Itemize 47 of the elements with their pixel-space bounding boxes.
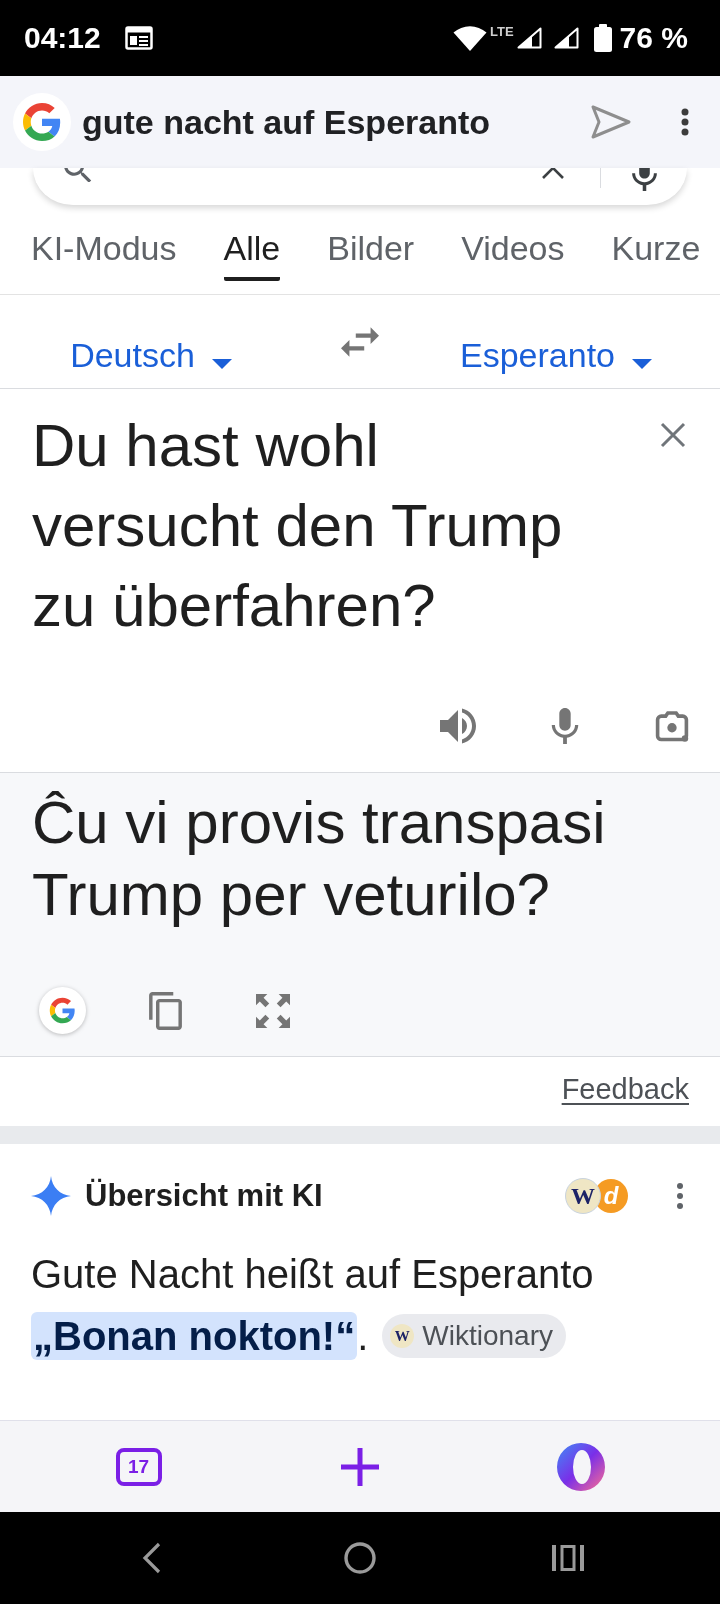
caret-icon [632, 359, 652, 369]
tab[interactable]: Bilder [327, 228, 415, 281]
more-icon[interactable] [681, 108, 689, 136]
search-icon[interactable] [64, 168, 92, 182]
ring-logo-icon[interactable] [556, 1442, 605, 1491]
source-logo: W [390, 1324, 415, 1349]
tab[interactable]: Kurze [611, 228, 701, 281]
swap-icon[interactable] [341, 327, 379, 357]
home-icon[interactable] [344, 1542, 376, 1574]
tab[interactable]: Alle [223, 228, 281, 281]
status-time: 04:12 [24, 21, 101, 55]
battery-icon [593, 24, 612, 52]
g-logo-icon [13, 93, 71, 151]
translation-text: Ĉu vi provis transpasi Trump per veturilo? [32, 788, 607, 930]
newspaper-icon [124, 26, 153, 50]
signal-icon [516, 27, 542, 49]
back-icon[interactable] [142, 1542, 162, 1574]
g-logo-icon[interactable] [39, 987, 86, 1034]
wifi-icon [453, 25, 487, 51]
source-logo[interactable]: W [565, 1178, 601, 1214]
search-field[interactable] [33, 168, 687, 205]
recents-icon[interactable] [552, 1545, 584, 1571]
send-icon[interactable] [590, 104, 632, 140]
source-link[interactable]: W Wiktionary [382, 1314, 566, 1359]
tab[interactable]: KI-Modus [31, 228, 177, 281]
clear-icon[interactable] [540, 168, 566, 179]
tab-count-button[interactable]: 17 [115, 1447, 162, 1486]
search-query-text[interactable]: gute nacht auf Esperanto [82, 102, 491, 142]
copy-icon[interactable] [149, 991, 182, 1030]
tab[interactable]: Videos [461, 228, 565, 281]
sparkle-icon [31, 1176, 71, 1216]
battery-level: 76 % [619, 21, 688, 55]
plus-icon[interactable] [340, 1447, 379, 1486]
caret-icon [211, 359, 232, 369]
source-language-button[interactable]: Deutsch [70, 335, 232, 375]
feedback-link[interactable]: Feedback [561, 1072, 689, 1106]
close-icon[interactable] [659, 421, 687, 449]
target-language-button[interactable]: Esperanto [460, 335, 652, 375]
more-icon[interactable] [677, 1183, 683, 1209]
signal-icon [553, 27, 579, 49]
camera-icon[interactable] [654, 708, 690, 744]
section-title: Übersicht mit KI [85, 1178, 323, 1214]
source-text[interactable]: Du hast wohl versucht den Trump zu überfahren? [32, 406, 597, 646]
mic-icon[interactable] [632, 168, 657, 191]
network-type: LTE [490, 25, 514, 39]
expand-icon[interactable] [256, 993, 290, 1028]
speaker-icon[interactable] [440, 708, 476, 744]
